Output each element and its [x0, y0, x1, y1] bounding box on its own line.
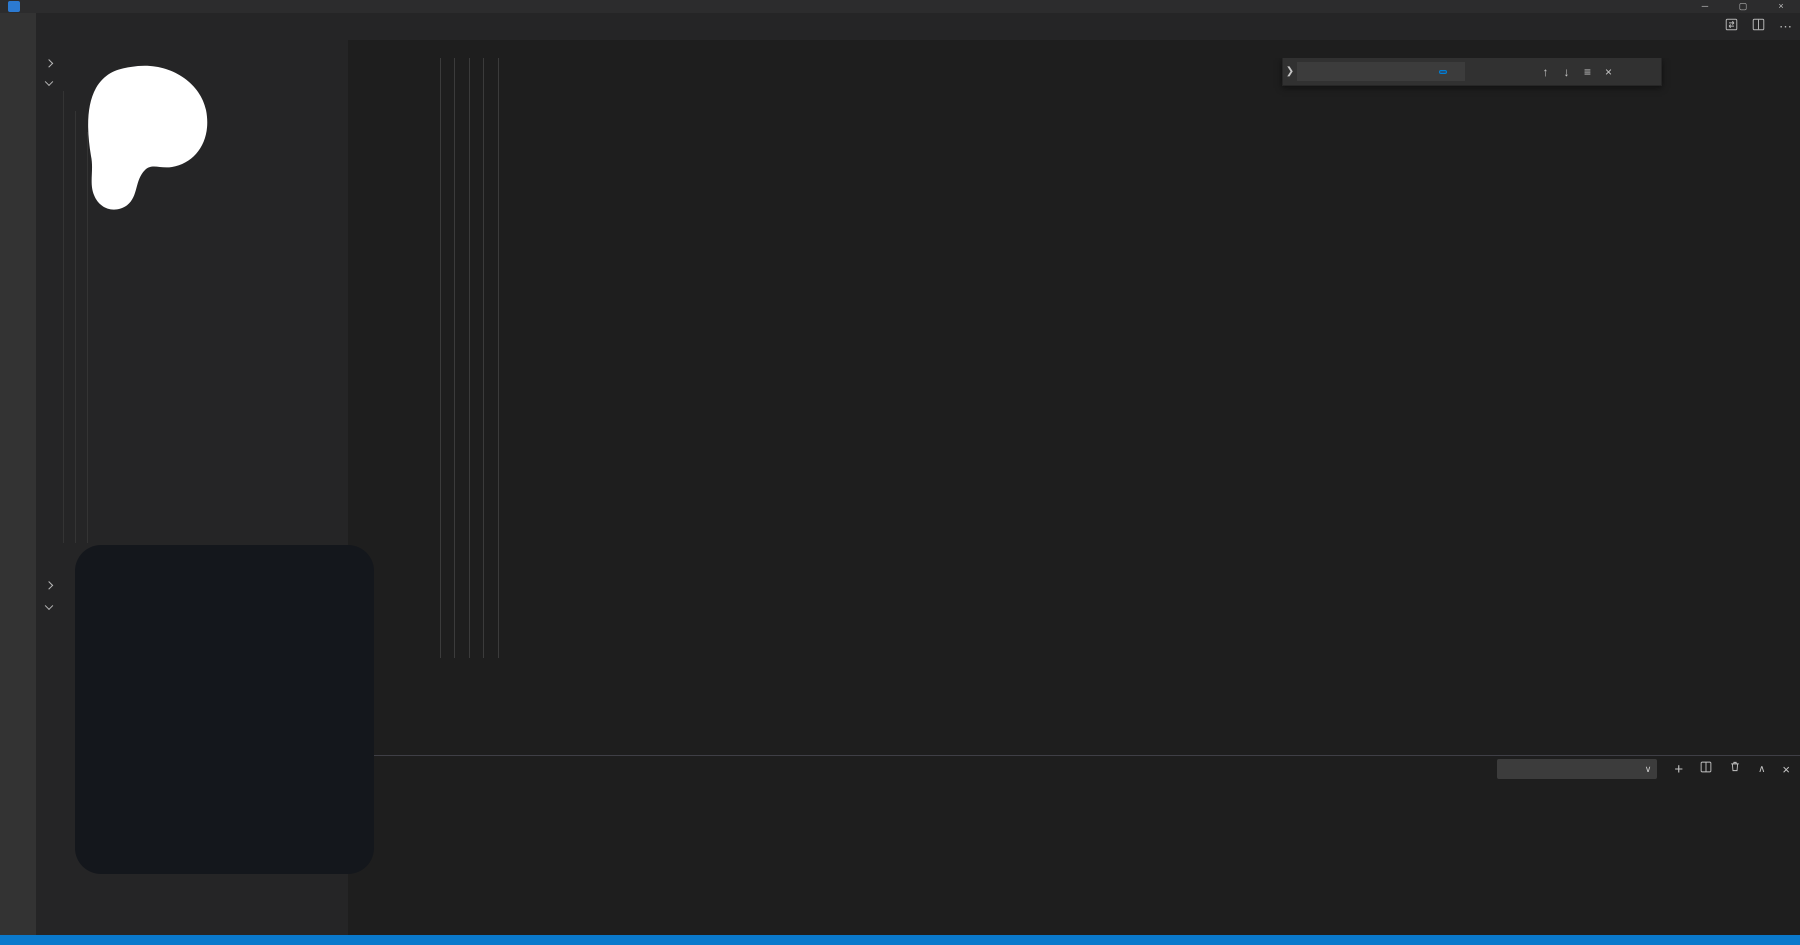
breadcrumb[interactable]: [348, 40, 1800, 57]
maximize-icon[interactable]: ▢: [1724, 0, 1762, 13]
close-icon[interactable]: ×: [1762, 0, 1800, 13]
bottom-panel: ∨ + ∧ ×: [348, 755, 1800, 936]
next-match-icon[interactable]: ↓: [1556, 65, 1577, 79]
code-editor[interactable]: ❯ ↑ ↓ ≡ ×: [348, 58, 1800, 755]
find-widget: ❯ ↑ ↓ ≡ ×: [1282, 58, 1662, 86]
network-sphere-overlay: [75, 545, 374, 874]
editor-actions: ⋯: [1725, 13, 1792, 40]
find-in-selection-icon[interactable]: ≡: [1577, 65, 1598, 79]
chevron-down-icon: [45, 601, 53, 609]
regex-icon[interactable]: [1457, 71, 1463, 73]
toggle-replace-icon[interactable]: ❯: [1283, 66, 1297, 77]
new-terminal-icon[interactable]: +: [1674, 761, 1683, 778]
chevron-right-icon: [45, 581, 53, 589]
activity-bar: [0, 13, 36, 935]
close-panel-icon[interactable]: ×: [1782, 762, 1790, 777]
more-actions-icon[interactable]: ⋯: [1779, 19, 1792, 35]
whole-word-icon[interactable]: [1449, 71, 1455, 73]
chevron-right-icon: [45, 59, 53, 67]
compare-changes-icon[interactable]: [1725, 18, 1738, 36]
vscode-window: ─ ▢ ×: [0, 0, 1800, 945]
match-case-icon[interactable]: [1439, 70, 1447, 74]
find-input[interactable]: [1297, 62, 1465, 81]
panel-controls: ∨ + ∧ ×: [1497, 759, 1790, 779]
minimap[interactable]: [1662, 58, 1786, 755]
white-blob-overlay: [55, 48, 225, 233]
title-bar: ─ ▢ ×: [0, 0, 1800, 13]
editor-group: ⋯ ❯ ↑ ↓ ≡: [348, 13, 1800, 935]
vscode-logo-icon: [8, 1, 20, 12]
chevron-down-icon: [45, 77, 53, 85]
split-editor-icon[interactable]: [1752, 18, 1765, 36]
terminal-select[interactable]: ∨: [1497, 759, 1657, 779]
kill-terminal-icon[interactable]: [1729, 760, 1741, 778]
status-bar[interactable]: [0, 935, 1800, 945]
previous-match-icon[interactable]: ↑: [1535, 65, 1556, 79]
split-terminal-icon[interactable]: [1700, 760, 1712, 778]
close-icon[interactable]: ×: [1598, 65, 1619, 79]
maximize-panel-icon[interactable]: ∧: [1758, 764, 1765, 775]
window-controls: ─ ▢ ×: [1686, 0, 1800, 13]
tab-bar: [348, 13, 1800, 40]
minimize-icon[interactable]: ─: [1686, 0, 1724, 13]
